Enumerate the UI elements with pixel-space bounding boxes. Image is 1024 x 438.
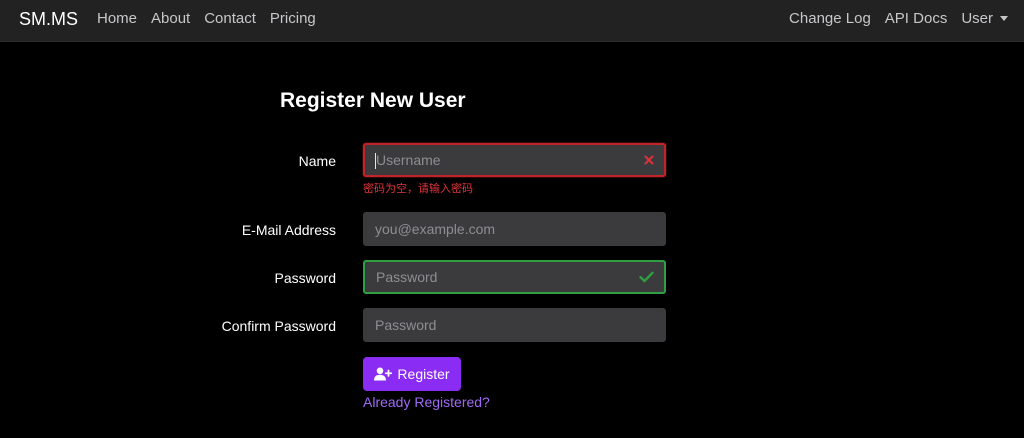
email-label: E-Mail Address <box>241 222 336 238</box>
confirm-password-input[interactable] <box>364 309 665 341</box>
nav-right-links: Change Log API Docs User <box>789 10 1008 28</box>
nav-left-links: Home About Contact Pricing <box>97 10 316 28</box>
nav-link-contact[interactable]: Contact <box>204 10 256 28</box>
brand-logo-link[interactable]: SM.MS <box>19 9 78 29</box>
valid-check-icon <box>639 271 654 283</box>
name-input[interactable] <box>365 145 664 175</box>
top-navbar: SM.MS Home About Contact Pricing Change … <box>0 0 1024 42</box>
text-cursor <box>375 153 376 169</box>
error-x-icon <box>644 155 654 165</box>
name-field <box>363 143 666 177</box>
password-input[interactable] <box>365 262 664 292</box>
already-registered-link[interactable]: Already Registered? <box>363 394 490 411</box>
nav-link-home[interactable]: Home <box>97 10 137 28</box>
email-field <box>363 212 666 246</box>
nav-link-pricing[interactable]: Pricing <box>270 10 316 28</box>
register-button-label: Register <box>397 366 450 382</box>
name-label: Name <box>298 153 336 169</box>
nav-link-api-docs[interactable]: API Docs <box>885 10 948 28</box>
password-field <box>363 260 666 294</box>
confirm-password-field <box>363 308 666 342</box>
user-dropdown-label: User <box>961 10 993 27</box>
register-button[interactable]: Register <box>363 357 461 391</box>
user-dropdown-toggle[interactable]: User <box>961 10 1008 28</box>
name-error-message: 密码为空，请输入密码 <box>363 183 473 195</box>
password-label: Password <box>274 270 336 286</box>
caret-down-icon <box>1000 15 1008 21</box>
user-plus-icon <box>374 367 393 381</box>
page-title: Register New User <box>280 89 466 112</box>
confirm-password-label: Confirm Password <box>221 318 336 334</box>
nav-link-about[interactable]: About <box>151 10 190 28</box>
nav-link-change-log[interactable]: Change Log <box>789 10 871 28</box>
email-input[interactable] <box>364 213 665 245</box>
